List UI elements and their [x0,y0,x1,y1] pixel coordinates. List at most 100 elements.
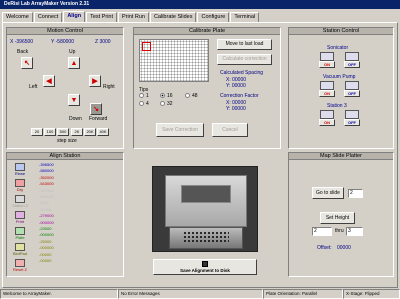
vacuum-off-switch[interactable]: OFF [344,81,360,97]
tab-calibrate-slides[interactable]: Calibrate Slides [149,12,197,22]
radio-icon [139,93,144,98]
down-arrow-button[interactable]: ▼ [68,94,80,106]
tips-radio-label: 48 [192,93,198,99]
tips-radio-48[interactable]: 48 [185,93,198,99]
calculate-correction-button[interactable]: Calculate correction [217,54,272,65]
tab-welcome[interactable]: Welcome [2,12,33,22]
save-alignment-button[interactable]: Save Alignment to Disk [153,259,257,275]
window-title: DeRisi Lab ArrayMaker Version 2.31 [0,0,400,9]
calculated-spacing-label: Calculated Spacing [220,70,264,76]
align-coordinate-value: -25000 [39,238,52,244]
step-20k-button[interactable]: 20K [84,128,96,136]
forward-arrow-button[interactable]: ↘ [90,103,102,115]
spacing-y: Y: 00000 [226,83,246,89]
go-to-slide-button[interactable]: Go to slide [312,187,344,199]
align-coordinate-value: -352000 [39,174,54,180]
step-2k-button[interactable]: 2K [71,128,83,136]
tips-radio-32[interactable]: 32 [160,101,173,107]
from-slide-input[interactable]: 2 [312,227,332,236]
arrow-left-icon: ◀ [46,78,52,85]
right-arrow-button[interactable]: ▶ [89,75,101,87]
align-button-label: Station 3 [12,203,28,208]
align-plate-button[interactable]: Plate [12,227,28,240]
align-coordinate-value: -23000 [39,226,52,231]
move-to-last-load-button[interactable]: Move to last load [217,39,272,50]
dry-icon [15,179,25,187]
right-label: Right [103,84,115,90]
step-20-button[interactable]: 20 [31,128,43,136]
tips-radio-16[interactable]: 16 [160,93,173,99]
tab-connect[interactable]: Connect [33,12,63,22]
radio-icon [139,101,144,106]
tab-test-print[interactable]: Test Print [86,12,118,22]
align-coordinate-value: -00000 [39,251,52,257]
arrow-up-icon: ▲ [70,59,78,67]
align-button-label: BlotPad [12,251,27,256]
align-button-label: Print [15,219,25,224]
arrow-down-right-icon: ↘ [93,106,99,113]
status-bar: Welcome to ArrayMaker. No Error Messages… [0,289,400,299]
tab-bar: Welcome Connect Align Test Print Print Run Ca… [2,11,260,22]
step-500-button[interactable]: 500 [57,128,69,136]
align-rinse-button[interactable]: Rinse [12,163,28,176]
step-40k-button[interactable]: 40K [97,128,109,136]
save-correction-button[interactable]: Save Correction [156,123,204,137]
tips-radio-label: 4 [146,101,149,107]
tips-radio-label: 16 [167,93,173,99]
vacuum-on-switch[interactable]: ON [319,81,335,97]
forward-label: Forward [89,116,108,122]
align-dry-button[interactable]: Dry [12,179,28,192]
align-print-button[interactable]: Print [12,211,28,224]
tab-align[interactable]: Align [63,11,86,22]
sonicator-off-switch[interactable]: OFF [344,52,360,68]
align-reset-z-button[interactable]: Reset Z [12,259,28,272]
map-slide-title: Map Slide Platter [289,153,393,160]
offset-label: Offset: [317,245,332,251]
on-label: ON [319,119,335,126]
tab-configure[interactable]: Configure [197,12,230,22]
arrow-up-left-icon: ↖ [24,60,30,67]
cancel-button[interactable]: Cancel [212,123,248,137]
vacuum-pump-label: Vacuum Pump [323,74,356,80]
tips-radio-1[interactable]: 1 [139,93,149,99]
tips-radio-4[interactable]: 4 [139,101,149,107]
up-arrow-button[interactable]: ▲ [68,57,80,69]
align-coordinate-value: -307500 [39,187,54,193]
plate-grid[interactable] [139,39,209,82]
tab-print-run[interactable]: Print Run [118,12,149,22]
align-station-3-button[interactable]: Station 3 [12,195,28,208]
reset-z-icon [15,259,25,267]
align-blotpad-button[interactable]: BlotPad [12,243,28,256]
back-arrow-button[interactable]: ↖ [21,57,33,69]
off-label: OFF [344,119,360,126]
tab-terminal[interactable]: Terminal [230,12,260,22]
switch-icon [345,110,359,119]
switch-icon [320,81,334,90]
station3-on-switch[interactable]: ON [319,110,335,126]
to-slide-input[interactable]: 3 [346,227,363,236]
up-label: Up [69,49,76,55]
arrow-right-icon: ▶ [92,78,98,85]
sonicator-on-switch[interactable]: ON [319,52,335,68]
station-control-title: Station Control [289,28,393,35]
motion-control-panel: Motion Control X -396500 Y -580000 Z 300… [6,27,124,149]
set-height-button[interactable]: Set Height [320,212,355,224]
tips-radio-label: 32 [167,101,173,107]
align-coordinate-value: -0000 [39,200,50,206]
offset-value: 00000 [337,245,351,251]
back-label: Back [17,49,29,55]
station3-off-switch[interactable]: OFF [344,110,360,126]
align-coordinate-value: -00000 [39,206,52,212]
on-label: ON [319,61,335,68]
station-3-label: Station 3 [327,103,347,109]
station-3-icon [15,195,25,203]
goto-slide-input[interactable]: 2 [348,189,363,198]
map-slide-panel: Map Slide Platter Go to slide 2 Set Heig… [288,152,394,277]
left-arrow-button[interactable]: ◀ [43,75,55,87]
align-coordinate-value: -580000 [39,168,54,174]
switch-icon [320,110,334,119]
step-100-button[interactable]: 100 [44,128,56,136]
align-coordinate-value: -00000 [39,258,52,263]
down-label: Down [69,116,82,122]
status-errors: No Error Messages [118,289,263,299]
